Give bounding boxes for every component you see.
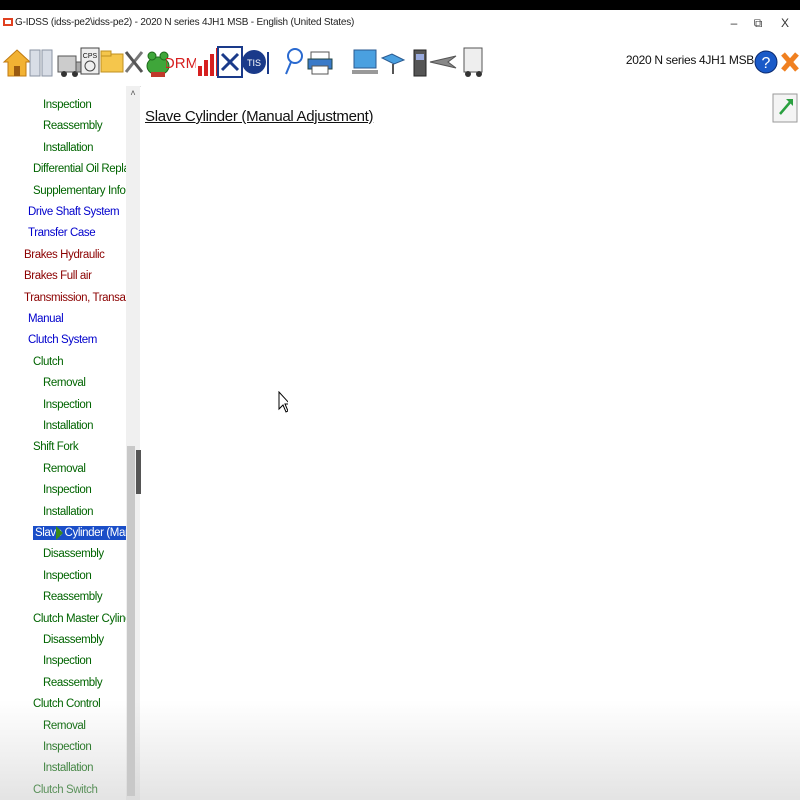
close-window-button[interactable]: X [771,13,799,33]
document-title: Slave Cylinder (Manual Adjustment) [145,108,374,125]
toolbar: CPS DRM TIS 2020 N series 4JH1 MSB ? [0,38,800,87]
truck-icon[interactable] [458,44,488,80]
nav-item-label: Inspection [43,398,92,411]
nav-item[interactable]: Transmission, Transaxle M [24,288,126,309]
nav-item-label: Clutch Switch [33,783,98,796]
selected-arrow-icon [56,526,63,540]
nav-item-label: Disassembly [43,634,104,646]
nav-item-label: Installation [43,141,94,154]
nav-item-label: Disassembly [43,548,104,561]
nav-item[interactable]: Removal [43,459,86,480]
nav-item[interactable]: Reassembly [43,673,103,694]
nav-item-label: Reassembly [43,120,103,133]
vehicle-label: 2020 N series 4JH1 MSB [625,53,754,67]
nav-scrollbar[interactable]: ˄ [126,86,140,800]
nav-item[interactable]: Drive Shaft System [28,202,120,223]
nav-item-label: Clutch [33,355,64,368]
restore-button[interactable]: ⧉ [744,13,772,33]
scroll-thumb[interactable] [127,446,135,796]
nav-item-label: Removal [43,377,86,390]
nav-item-label: Inspection [43,655,92,668]
mouse-cursor-icon [278,391,288,413]
nav-item[interactable]: Inspection [43,480,92,501]
nav-item[interactable]: Inspection [43,566,92,587]
nav-item[interactable]: Installation [43,416,94,437]
nav-item[interactable]: Inspection [43,395,92,416]
nav-item-label: Differential Oil Replacem [33,163,126,176]
nav-item[interactable]: Removal [43,716,86,737]
nav-item[interactable]: Transfer Case [28,223,96,244]
nav-item-label: Installation [43,762,94,775]
nav-item-label: Installation [43,505,94,518]
nav-item-label: Transmission, Transaxle M [24,291,126,304]
nav-item[interactable]: Reassembly [43,587,103,608]
nav-item-label: Removal [43,719,86,732]
nav-item[interactable]: Installation [43,502,94,523]
nav-item-label: Clutch Control [33,698,101,711]
nav-item-label: Clutch Master Cylinder [33,612,126,625]
nav-item[interactable]: Inspection [43,737,92,758]
window-title: G-IDSS (idss-pe2\idss-pe2) - 2020 N seri… [15,17,355,28]
nav-item-label: Inspection [43,569,92,582]
nav-item[interactable]: Slave Cylinder (Manual A [33,523,126,544]
satellite-icon[interactable] [378,44,408,80]
nav-item[interactable]: Inspection [43,651,92,672]
nav-item[interactable]: Shift Fork [33,437,79,458]
nav-item[interactable]: Inspection [43,95,92,116]
drm-icon[interactable]: DRM [166,44,196,80]
nav-item[interactable]: Brakes Hydraulic [24,245,105,266]
svg-text:TIS: TIS [247,58,261,68]
title-bar: G-IDSS (idss-pe2\idss-pe2) - 2020 N seri… [0,10,800,36]
nav-item-label: Inspection [43,99,92,111]
nav-item[interactable]: Clutch Master Cylinder [33,609,126,630]
nav-item[interactable]: Removal [43,373,86,394]
nav-item-label: Manual [28,313,64,325]
nav-item[interactable]: Installation [43,138,94,159]
svg-text:CPS: CPS [83,53,98,60]
app-window: G-IDSS (idss-pe2\idss-pe2) - 2020 N seri… [0,10,800,800]
svg-text:DRM: DRM [166,55,196,72]
nav-item[interactable]: Disassembly [43,544,104,565]
nav-item-label: Transfer Case [28,227,96,240]
nav-item-label: Drive Shaft System [28,206,120,218]
nav-item-label: Clutch System [28,334,97,347]
nav-item-label: Inspection [43,484,92,497]
navigation-tree: Inspection Reassembly Installation Differen… [0,86,126,800]
nav-item[interactable]: Disassembly [43,630,104,651]
nav-item-label: Inspection [43,741,92,753]
nav-item[interactable]: Installation [43,758,94,779]
nav-item[interactable]: Differential Oil Replacem [33,159,126,180]
nav-item[interactable]: Manual [28,309,64,330]
nav-item[interactable]: Clutch Control [33,694,101,715]
nav-item[interactable]: Clutch System [28,330,97,351]
nav-item-label: Shift Fork [33,441,79,454]
nav-item[interactable]: Brakes Full air [24,266,92,287]
nav-item-label: Brakes Hydraulic [24,248,105,261]
document-pane: Slave Cylinder (Manual Adjustment) [141,86,800,800]
nav-item[interactable]: Clutch Switch [33,780,98,800]
nav-item-label: Slave Cylinder (Manual A [33,526,126,540]
nav-item-label: Installation [43,420,94,432]
nav-item-label: Supplementary Informati [33,184,126,197]
print-icon[interactable] [305,44,335,80]
help-icon[interactable]: ? [754,44,778,80]
scroll-up-arrow-icon[interactable]: ˄ [126,86,140,100]
nav-item-label: Reassembly [43,591,103,604]
exit-icon[interactable] [780,44,800,80]
popout-window-icon[interactable] [772,88,798,128]
laptop-icon[interactable] [350,44,380,80]
book-icon[interactable] [27,44,57,80]
app-logo-icon [3,18,13,26]
nav-item[interactable]: Clutch [33,352,64,373]
nav-item[interactable]: Reassembly [43,116,103,137]
nav-item[interactable]: Supplementary Informati [33,181,126,202]
plane-icon[interactable] [428,44,458,80]
nav-item-label: Reassembly [43,676,103,689]
nav-item-label: Brakes Full air [24,270,92,283]
tis-icon[interactable]: TIS [241,44,271,80]
svg-text:?: ? [762,55,771,72]
nav-item-label: Removal [43,462,86,475]
